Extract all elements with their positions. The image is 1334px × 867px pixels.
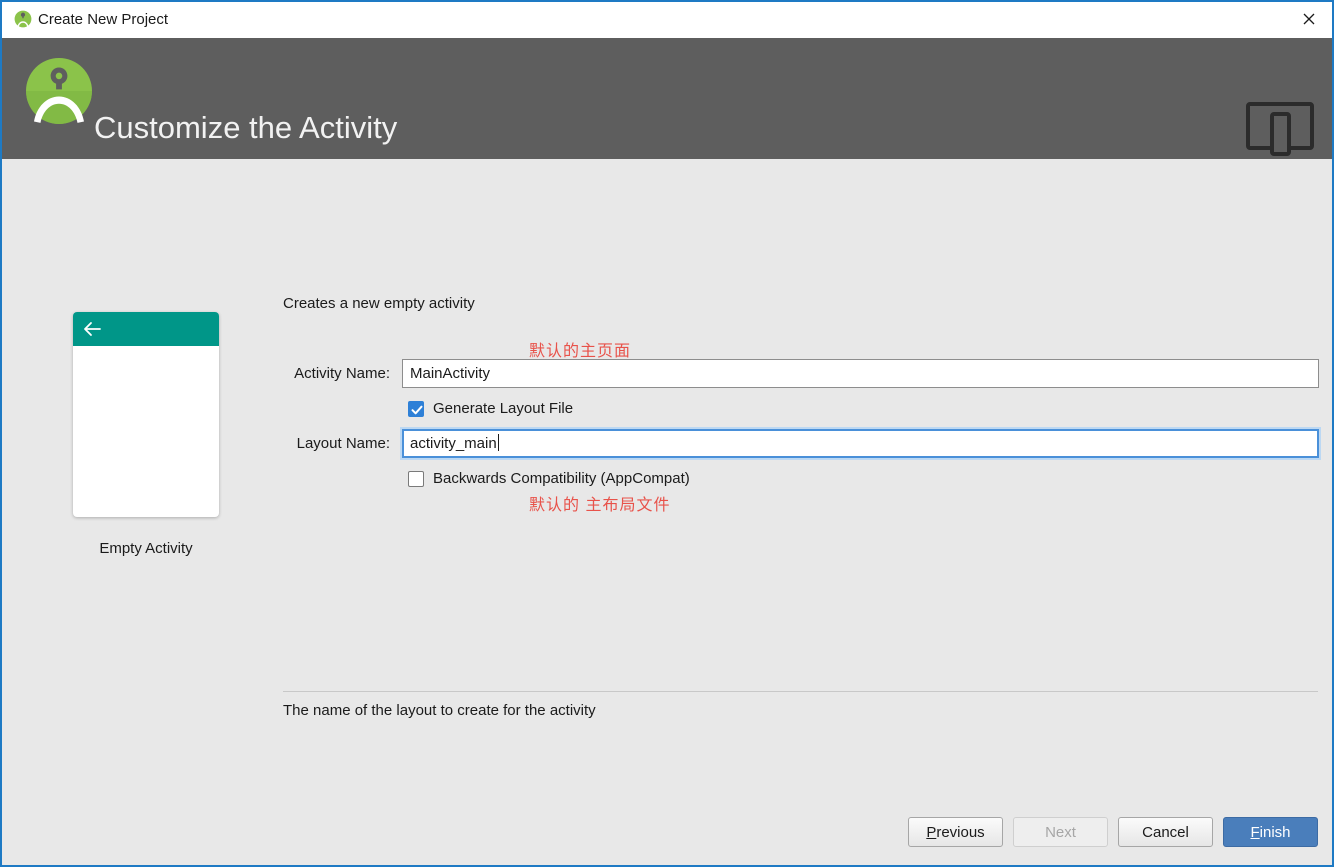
android-studio-icon xyxy=(14,10,32,28)
activity-name-input[interactable]: MainActivity xyxy=(402,359,1319,388)
template-description: Creates a new empty activity xyxy=(283,295,475,312)
backwards-compat-label: Backwards Compatibility (AppCompat) xyxy=(433,470,690,487)
back-arrow-icon xyxy=(83,321,101,337)
backwards-compat-checkbox-row[interactable]: Backwards Compatibility (AppCompat) xyxy=(408,470,690,487)
next-button-label: Next xyxy=(1045,823,1076,841)
cancel-button[interactable]: Cancel xyxy=(1118,817,1213,847)
finish-button-label: inish xyxy=(1259,823,1291,841)
previous-button[interactable]: Previous xyxy=(908,817,1003,847)
close-icon[interactable] xyxy=(1286,2,1332,36)
layout-name-label: Layout Name: xyxy=(296,435,390,452)
dialog-footer: Previous Next Cancel Finish xyxy=(2,814,1332,865)
tablet-device-icon xyxy=(1246,102,1314,156)
generate-layout-checkbox[interactable] xyxy=(408,400,424,417)
dialog-header: Customize the Activity xyxy=(2,38,1332,159)
generate-layout-checkbox-row[interactable]: Generate Layout File xyxy=(408,400,573,417)
preview-card xyxy=(73,312,219,517)
hint-separator xyxy=(283,691,1318,692)
page-title: Customize the Activity xyxy=(94,110,398,145)
dialog-body: Empty Activity Creates a new empty activ… xyxy=(2,159,1332,865)
cancel-button-label: Cancel xyxy=(1142,823,1189,841)
generate-layout-label: Generate Layout File xyxy=(433,400,574,417)
hint-text: The name of the layout to create for the… xyxy=(283,702,596,719)
previous-button-label: revious xyxy=(936,823,985,841)
layout-name-value: activity_main xyxy=(410,435,497,452)
layout-name-input[interactable]: activity_main xyxy=(402,429,1319,458)
activity-name-label: Activity Name: xyxy=(294,365,390,382)
previous-button-mnemonic: P xyxy=(926,823,937,841)
title-bar: Create New Project xyxy=(2,2,1332,38)
finish-button-mnemonic: F xyxy=(1250,823,1260,841)
backwards-compat-checkbox[interactable] xyxy=(408,470,424,487)
window-title: Create New Project xyxy=(38,11,169,28)
text-caret xyxy=(497,434,499,451)
preview-appbar xyxy=(73,312,219,346)
annotation-activity-note: 默认的主页面 xyxy=(529,343,632,360)
activity-template-preview[interactable]: Empty Activity xyxy=(73,312,219,557)
create-new-project-dialog: Create New Project Customize the Activit… xyxy=(0,0,1334,867)
finish-button[interactable]: Finish xyxy=(1223,817,1318,847)
android-studio-logo xyxy=(23,55,95,127)
preview-label: Empty Activity xyxy=(99,540,193,557)
next-button: Next xyxy=(1013,817,1108,847)
annotation-layout-note: 默认的 主布局文件 xyxy=(529,497,671,514)
